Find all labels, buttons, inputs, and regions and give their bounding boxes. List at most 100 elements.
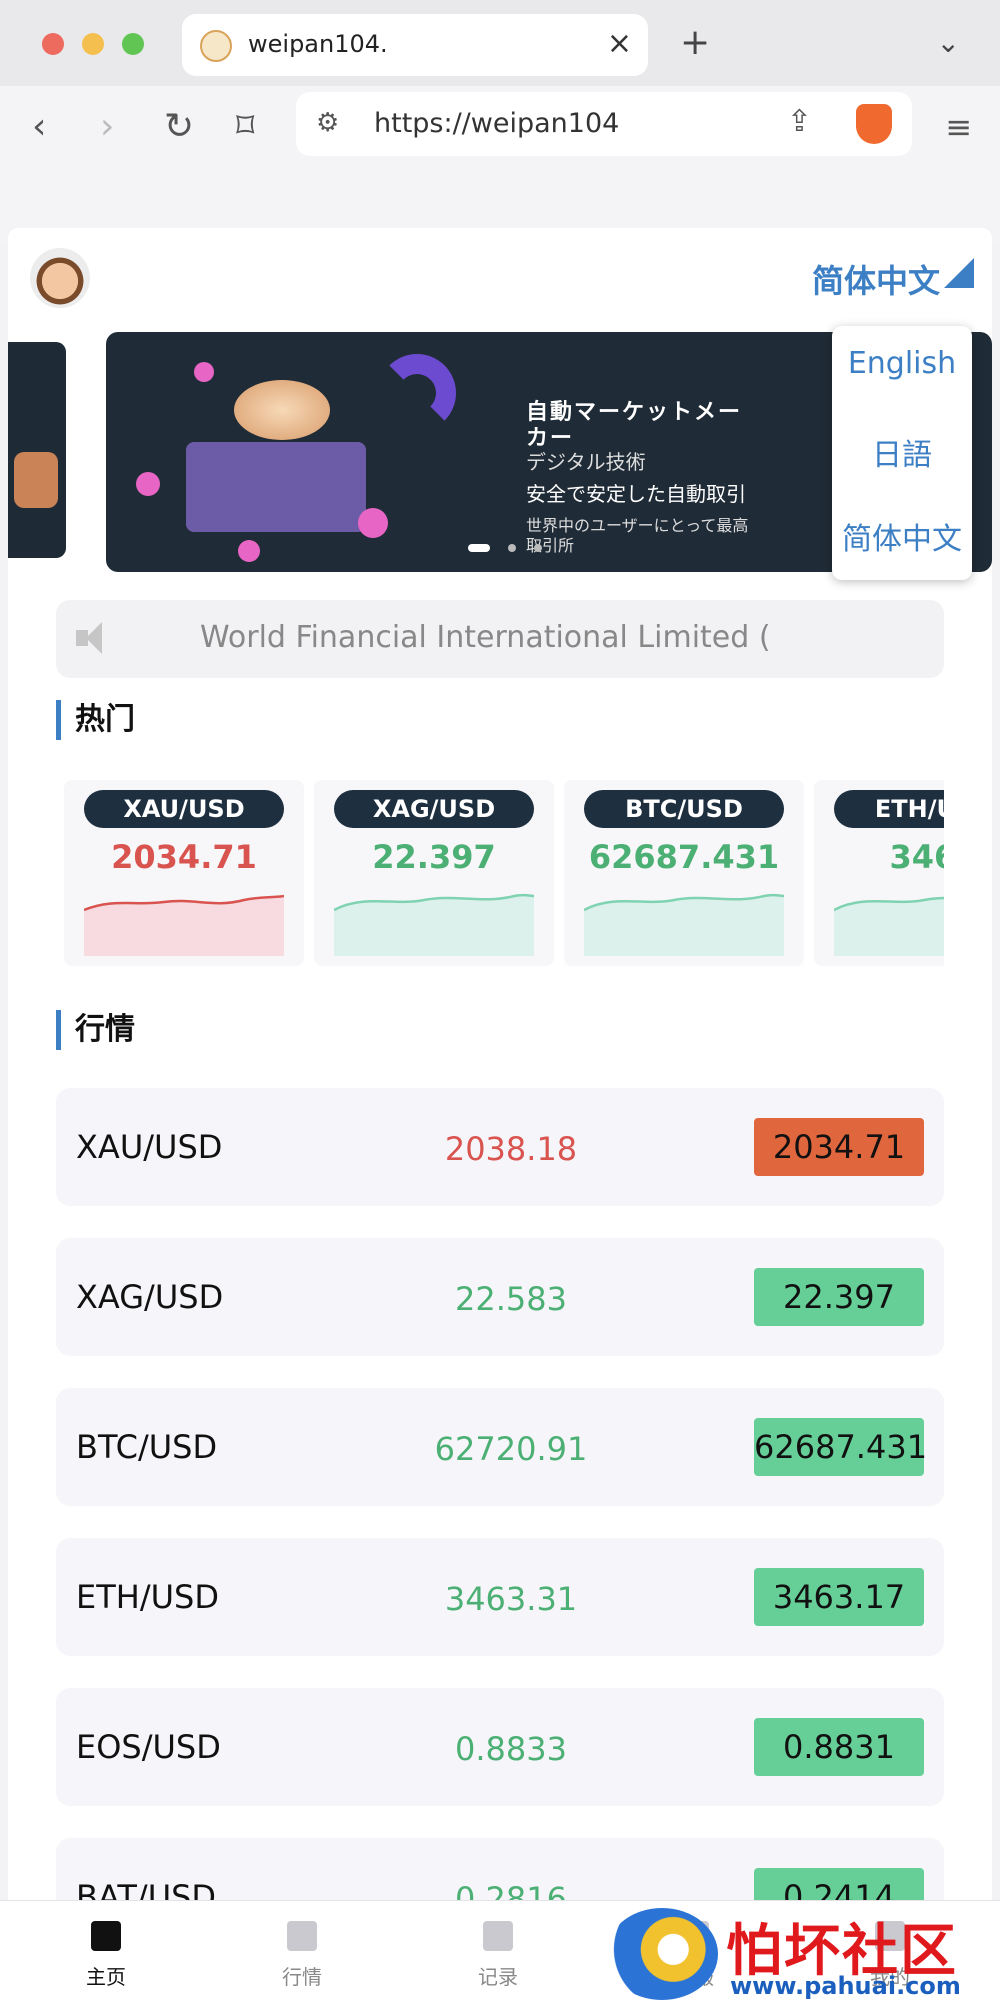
banner-decor-dot [238,540,260,562]
hot-card[interactable]: XAG/USD 22.397 [314,780,554,966]
coin-stack-image [14,452,58,508]
maximize-window-button[interactable] [122,33,144,55]
language-option-chinese[interactable]: 简体中文 [832,514,972,558]
row-symbol: ETH/USD [76,1578,219,1616]
hot-symbol: BTC/USD [584,790,784,828]
sparkline-chart [84,894,284,956]
tab-list-chevron-icon[interactable]: ⌄ [937,26,960,59]
sparkline-chart [834,896,944,956]
browser-tab-bar: weipan104. × + ⌄ [0,0,1000,86]
hot-list: XAU/USD 2034.71 XAG/USD 22.397 BTC/USD 62687.… [64,780,944,970]
row-previous-price: 0.8833 [455,1730,567,1768]
sparkline-chart [334,893,534,956]
row-price-badge[interactable]: 0.8831 [754,1718,924,1776]
banner-subtitle: デジタル技術 [526,450,646,474]
row-previous-price: 62720.91 [434,1430,588,1468]
row-previous-price: 3463.31 [444,1580,578,1618]
hot-price: 3463 [889,838,944,876]
site-favicon-icon [200,30,232,62]
tab-title: weipan104. [248,30,388,58]
market-section-title: 行情 [56,1010,135,1050]
sparkline-area [84,896,284,956]
bookmark-icon[interactable]: ⌑ [236,106,254,147]
sparkline-area [584,895,784,956]
language-option-english[interactable]: English [832,346,972,381]
home-grid-icon [91,1921,121,1951]
carousel-indicator-active[interactable] [468,544,490,552]
market-row[interactable]: XAU/USD 2038.18 2034.71 [56,1088,944,1206]
forward-arrow-icon[interactable]: › [100,106,114,147]
notice-bar[interactable]: World Financial International Limited ( [56,600,944,678]
language-option-japanese[interactable]: 日語 [832,430,972,474]
browser-tab[interactable]: weipan104. × [182,14,648,76]
page: 简体中文 自動マーケットメー カー デジタル技術 安全で安定した自動取引 世界中… [8,228,992,2008]
banner-decor-dot [194,362,214,382]
browser-toolbar: ‹ › ↻ ⌑ ⚙ https://weipan104 ⇪ ≡ [0,86,1000,246]
avatar[interactable] [30,248,90,308]
hot-symbol: ETH/USD [834,790,944,828]
minimize-window-button[interactable] [82,33,104,55]
close-window-button[interactable] [42,33,64,55]
nav-item[interactable]: 记录 [438,1921,558,1990]
hot-card[interactable]: ETH/USD 3463 [814,780,944,966]
back-arrow-icon[interactable]: ‹ [32,106,46,147]
reload-icon[interactable]: ↻ [164,106,194,147]
document-icon [483,1921,513,1951]
row-symbol: XAU/USD [76,1128,223,1166]
notice-text: World Financial International Limited ( [200,620,771,655]
watermark-url: www.pahuai.com [730,1972,961,2000]
market-row[interactable]: XAG/USD 22.583 22.397 [56,1238,944,1356]
carousel-indicator[interactable] [508,544,516,552]
nav-item[interactable]: 行情 [242,1921,362,1990]
row-symbol: EOS/USD [76,1728,221,1766]
browser-menu-icon[interactable]: ≡ [945,108,972,146]
row-previous-price: 22.583 [455,1280,567,1318]
watermark: 怕坏社区 www.pahuai.com [606,1900,1000,2008]
language-selector[interactable]: 简体中文 [812,256,940,302]
market-row[interactable]: ETH/USD 3463.31 3463.17 [56,1538,944,1656]
site-settings-icon[interactable]: ⚙ [316,108,339,138]
banner-arc-shape [378,354,456,432]
chart-icon [287,1921,317,1951]
banner-machine-image [186,442,366,532]
sparkline-area [334,895,534,956]
row-previous-price: 2038.18 [444,1130,578,1168]
banner-caption-cont: 取引所 [526,536,575,555]
banner-coin-image [234,380,330,440]
hot-price: 22.397 [372,838,496,876]
row-price-badge[interactable]: 3463.17 [754,1568,924,1626]
nav-label: 记录 [478,1965,518,1989]
language-dropdown: English 日語 简体中文 [832,326,972,580]
carousel-indicator[interactable] [534,544,542,552]
row-price-badge[interactable]: 2034.71 [754,1118,924,1176]
row-symbol: BTC/USD [76,1428,218,1466]
banner-decor-dot [358,508,388,538]
url-text[interactable]: https://weipan104 [374,108,619,139]
row-price-badge[interactable]: 62687.431 [754,1418,927,1476]
hot-symbol: XAG/USD [334,790,534,828]
banner-slide-previous[interactable] [8,342,66,558]
watermark-logo-icon [606,1908,718,2000]
address-bar[interactable]: ⚙ https://weipan104 ⇪ [296,92,912,156]
banner-tagline: 安全で安定した自動取引 [526,482,746,506]
tab-close-button[interactable]: × [607,26,632,61]
hot-symbol: XAU/USD [84,790,284,828]
sparkline-chart [584,893,784,956]
hot-card[interactable]: XAU/USD 2034.71 [64,780,304,966]
nav-label: 行情 [282,1965,322,1989]
hot-section-title: 热门 [56,700,135,740]
market-row[interactable]: EOS/USD 0.8833 0.8831 [56,1688,944,1806]
share-icon[interactable]: ⇪ [787,104,812,139]
language-dropdown-triangle-icon[interactable] [944,258,974,288]
hot-price: 2034.71 [111,838,257,876]
hot-card[interactable]: BTC/USD 62687.431 [564,780,804,966]
new-tab-button[interactable]: + [680,22,710,63]
speaker-icon [76,620,116,656]
banner-decor-dot [136,472,160,496]
hot-price: 62687.431 [588,838,780,876]
brave-shield-icon[interactable] [856,104,892,144]
nav-label: 主页 [86,1965,126,1989]
market-row[interactable]: BTC/USD 62720.91 62687.431 [56,1388,944,1506]
nav-item[interactable]: 主页 [46,1921,166,1990]
row-price-badge[interactable]: 22.397 [754,1268,924,1326]
